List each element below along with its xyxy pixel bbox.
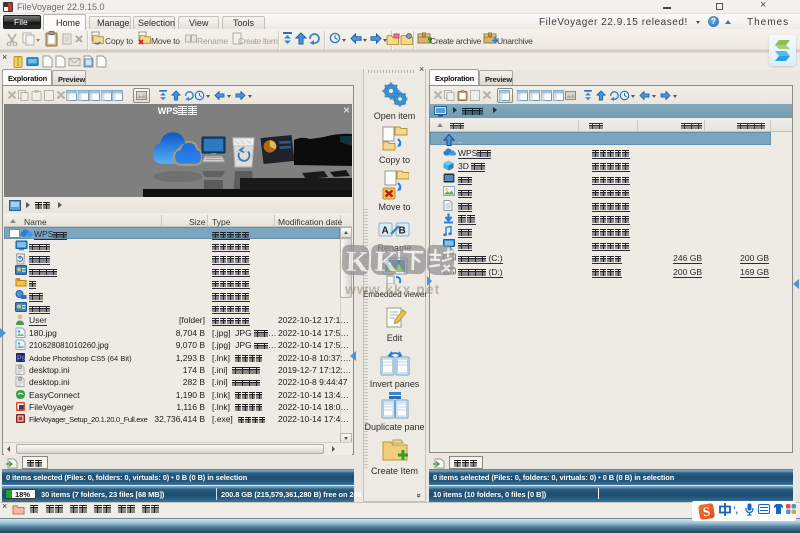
svg-text:A: A [382, 226, 389, 237]
svg-text:Ps: Ps [17, 355, 26, 362]
